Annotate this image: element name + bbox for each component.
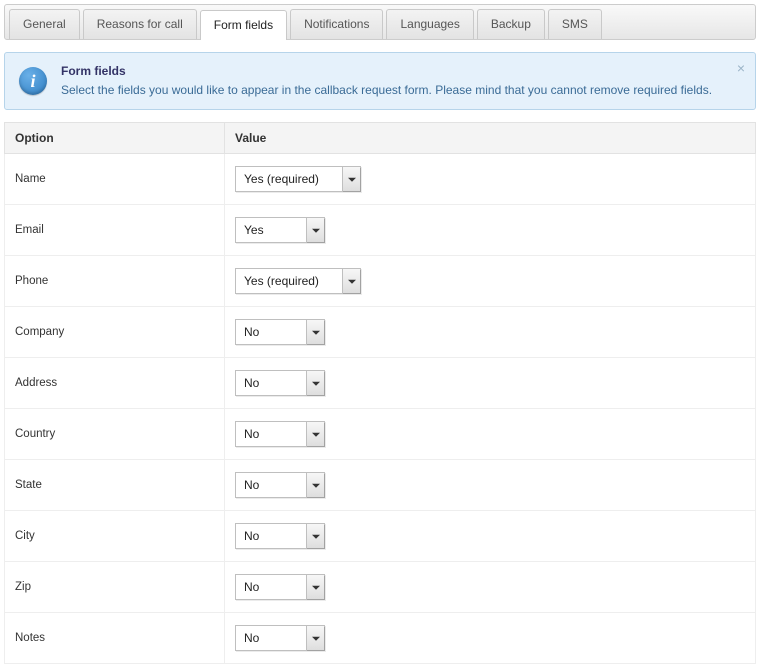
- value-select[interactable]: No: [235, 370, 325, 396]
- chevron-down-icon[interactable]: [306, 626, 324, 650]
- close-icon[interactable]: ×: [737, 61, 745, 75]
- tab-general[interactable]: General: [9, 9, 80, 39]
- option-label: Country: [5, 408, 225, 459]
- table-row: Email Yes: [5, 204, 756, 255]
- option-label: Email: [5, 204, 225, 255]
- chevron-down-icon[interactable]: [306, 473, 324, 497]
- info-icon: [19, 67, 47, 95]
- table-row: Zip No: [5, 561, 756, 612]
- tab-backup[interactable]: Backup: [477, 9, 545, 39]
- table-row: Name Yes (required): [5, 153, 756, 204]
- col-header-option: Option: [5, 122, 225, 153]
- value-select[interactable]: No: [235, 421, 325, 447]
- option-label: State: [5, 459, 225, 510]
- info-text: Select the fields you would like to appe…: [61, 83, 712, 97]
- value-select[interactable]: No: [235, 523, 325, 549]
- tab-form-fields[interactable]: Form fields: [200, 10, 287, 40]
- tab-languages[interactable]: Languages: [386, 9, 473, 39]
- chevron-down-icon[interactable]: [342, 167, 360, 191]
- col-header-value: Value: [225, 122, 756, 153]
- table-row: Phone Yes (required): [5, 255, 756, 306]
- option-label: Address: [5, 357, 225, 408]
- value-select[interactable]: Yes: [235, 217, 325, 243]
- chevron-down-icon[interactable]: [306, 371, 324, 395]
- option-label: Notes: [5, 612, 225, 663]
- option-label: Phone: [5, 255, 225, 306]
- table-row: Address No: [5, 357, 756, 408]
- chevron-down-icon[interactable]: [306, 218, 324, 242]
- value-select[interactable]: Yes (required): [235, 166, 361, 192]
- tabs-bar: GeneralReasons for callForm fieldsNotifi…: [4, 4, 756, 40]
- tab-sms[interactable]: SMS: [548, 9, 602, 39]
- value-select[interactable]: No: [235, 625, 325, 651]
- tab-reasons-for-call[interactable]: Reasons for call: [83, 9, 197, 39]
- option-label: Zip: [5, 561, 225, 612]
- table-row: Notes No: [5, 612, 756, 663]
- tab-notifications[interactable]: Notifications: [290, 9, 383, 39]
- chevron-down-icon[interactable]: [306, 524, 324, 548]
- chevron-down-icon[interactable]: [306, 422, 324, 446]
- option-label: City: [5, 510, 225, 561]
- chevron-down-icon[interactable]: [306, 320, 324, 344]
- info-box: × Form fields Select the fields you woul…: [4, 52, 756, 110]
- value-select[interactable]: No: [235, 574, 325, 600]
- table-row: Country No: [5, 408, 756, 459]
- chevron-down-icon[interactable]: [342, 269, 360, 293]
- table-row: City No: [5, 510, 756, 561]
- value-select[interactable]: No: [235, 319, 325, 345]
- table-row: Company No: [5, 306, 756, 357]
- chevron-down-icon[interactable]: [306, 575, 324, 599]
- info-title: Form fields: [61, 63, 725, 80]
- option-label: Name: [5, 153, 225, 204]
- options-table: Option Value Name Yes (required) Email Yes P…: [4, 122, 756, 664]
- option-label: Company: [5, 306, 225, 357]
- table-row: State No: [5, 459, 756, 510]
- value-select[interactable]: Yes (required): [235, 268, 361, 294]
- value-select[interactable]: No: [235, 472, 325, 498]
